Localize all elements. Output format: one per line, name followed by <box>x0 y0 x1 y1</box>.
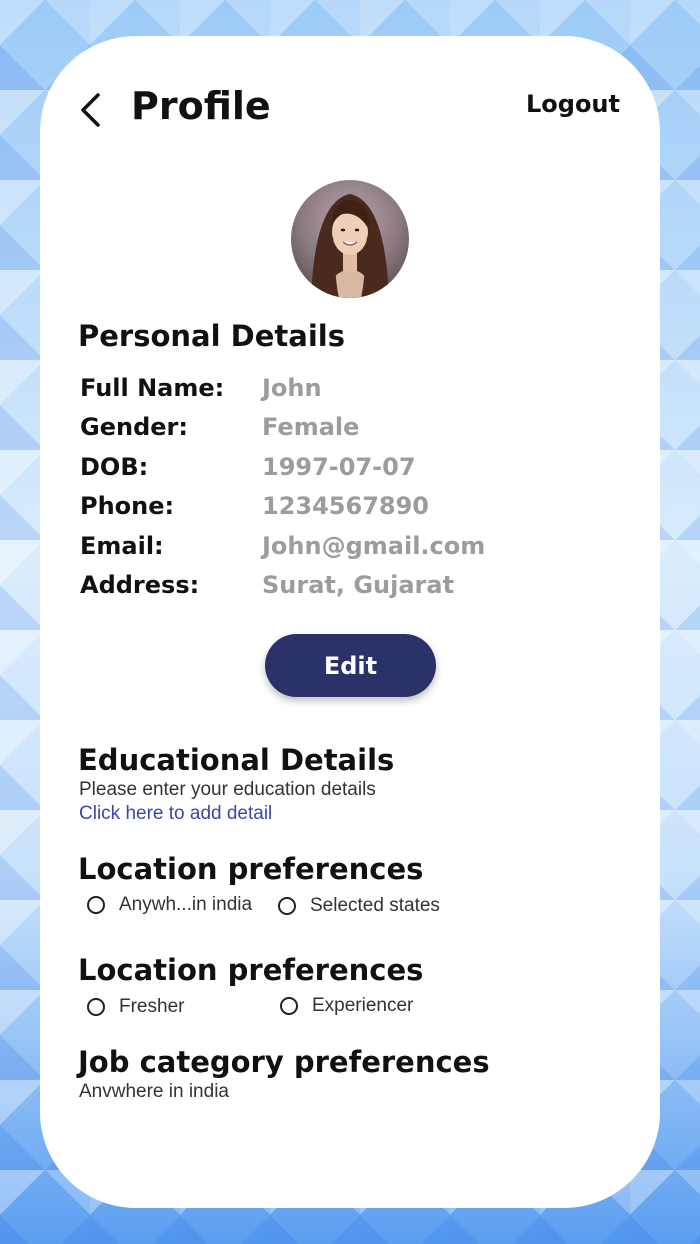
radio-anywhere-india[interactable]: Anywh...in india <box>87 894 252 916</box>
detail-value: 1234567890 <box>262 492 429 521</box>
radio-experiencer[interactable]: Experiencer <box>280 995 413 1017</box>
job-category-heading: Job category preferences <box>78 1045 490 1079</box>
radio-circle-icon <box>280 997 298 1015</box>
detail-label: Gender: <box>80 413 188 442</box>
detail-value: John@gmail.com <box>262 531 486 560</box>
radio-label: Fresher <box>119 996 185 1017</box>
radio-label: Selected states <box>310 895 440 916</box>
educational-details-heading: Educational Details <box>78 743 395 777</box>
detail-row-address: Address: Surat, Gujarat <box>80 566 620 606</box>
detail-label: Phone: <box>80 492 175 521</box>
detail-row-full-name: Full Name: John <box>80 368 620 408</box>
detail-row-gender: Gender: Female <box>80 408 620 448</box>
location-preferences-heading: Location preferences <box>78 852 424 886</box>
radio-fresher[interactable]: Fresher <box>87 996 184 1018</box>
logout-button[interactable]: Logout <box>526 90 620 118</box>
add-education-link[interactable]: Click here to add detail <box>79 803 272 825</box>
profile-photo <box>291 180 409 298</box>
personal-details-heading: Personal Details <box>78 319 345 353</box>
page-title: Profile <box>131 84 271 128</box>
back-arrow-icon[interactable] <box>78 92 104 128</box>
profile-card: Profile Logout Personal Details Full Nam… <box>40 36 660 1208</box>
detail-row-dob: DOB: 1997-07-07 <box>80 447 620 487</box>
radio-circle-icon <box>87 998 105 1016</box>
education-hint-text: Please enter your education details <box>79 779 376 800</box>
job-category-value: Anvwhere in india <box>79 1081 229 1102</box>
edit-button[interactable]: Edit <box>265 634 436 697</box>
detail-value: Female <box>262 413 360 442</box>
radio-label: Experiencer <box>312 995 414 1016</box>
detail-label: Full Name: <box>80 373 225 402</box>
detail-label: DOB: <box>80 452 149 481</box>
detail-row-email: Email: John@gmail.com <box>80 526 620 566</box>
radio-circle-icon <box>87 896 105 914</box>
detail-row-phone: Phone: 1234567890 <box>80 487 620 527</box>
detail-value: John <box>262 373 322 402</box>
radio-selected-states[interactable]: Selected states <box>278 895 440 917</box>
personal-details-list: Full Name: John Gender: Female DOB: 1997… <box>80 368 620 605</box>
avatar[interactable] <box>291 180 409 298</box>
detail-label: Email: <box>80 531 164 560</box>
radio-circle-icon <box>278 897 296 915</box>
location-preferences-heading-2: Location preferences <box>78 953 424 987</box>
detail-label: Address: <box>80 571 200 600</box>
radio-label: Anywh...in india <box>119 894 253 915</box>
detail-value: Surat, Gujarat <box>262 571 455 600</box>
detail-value: 1997-07-07 <box>262 452 416 481</box>
